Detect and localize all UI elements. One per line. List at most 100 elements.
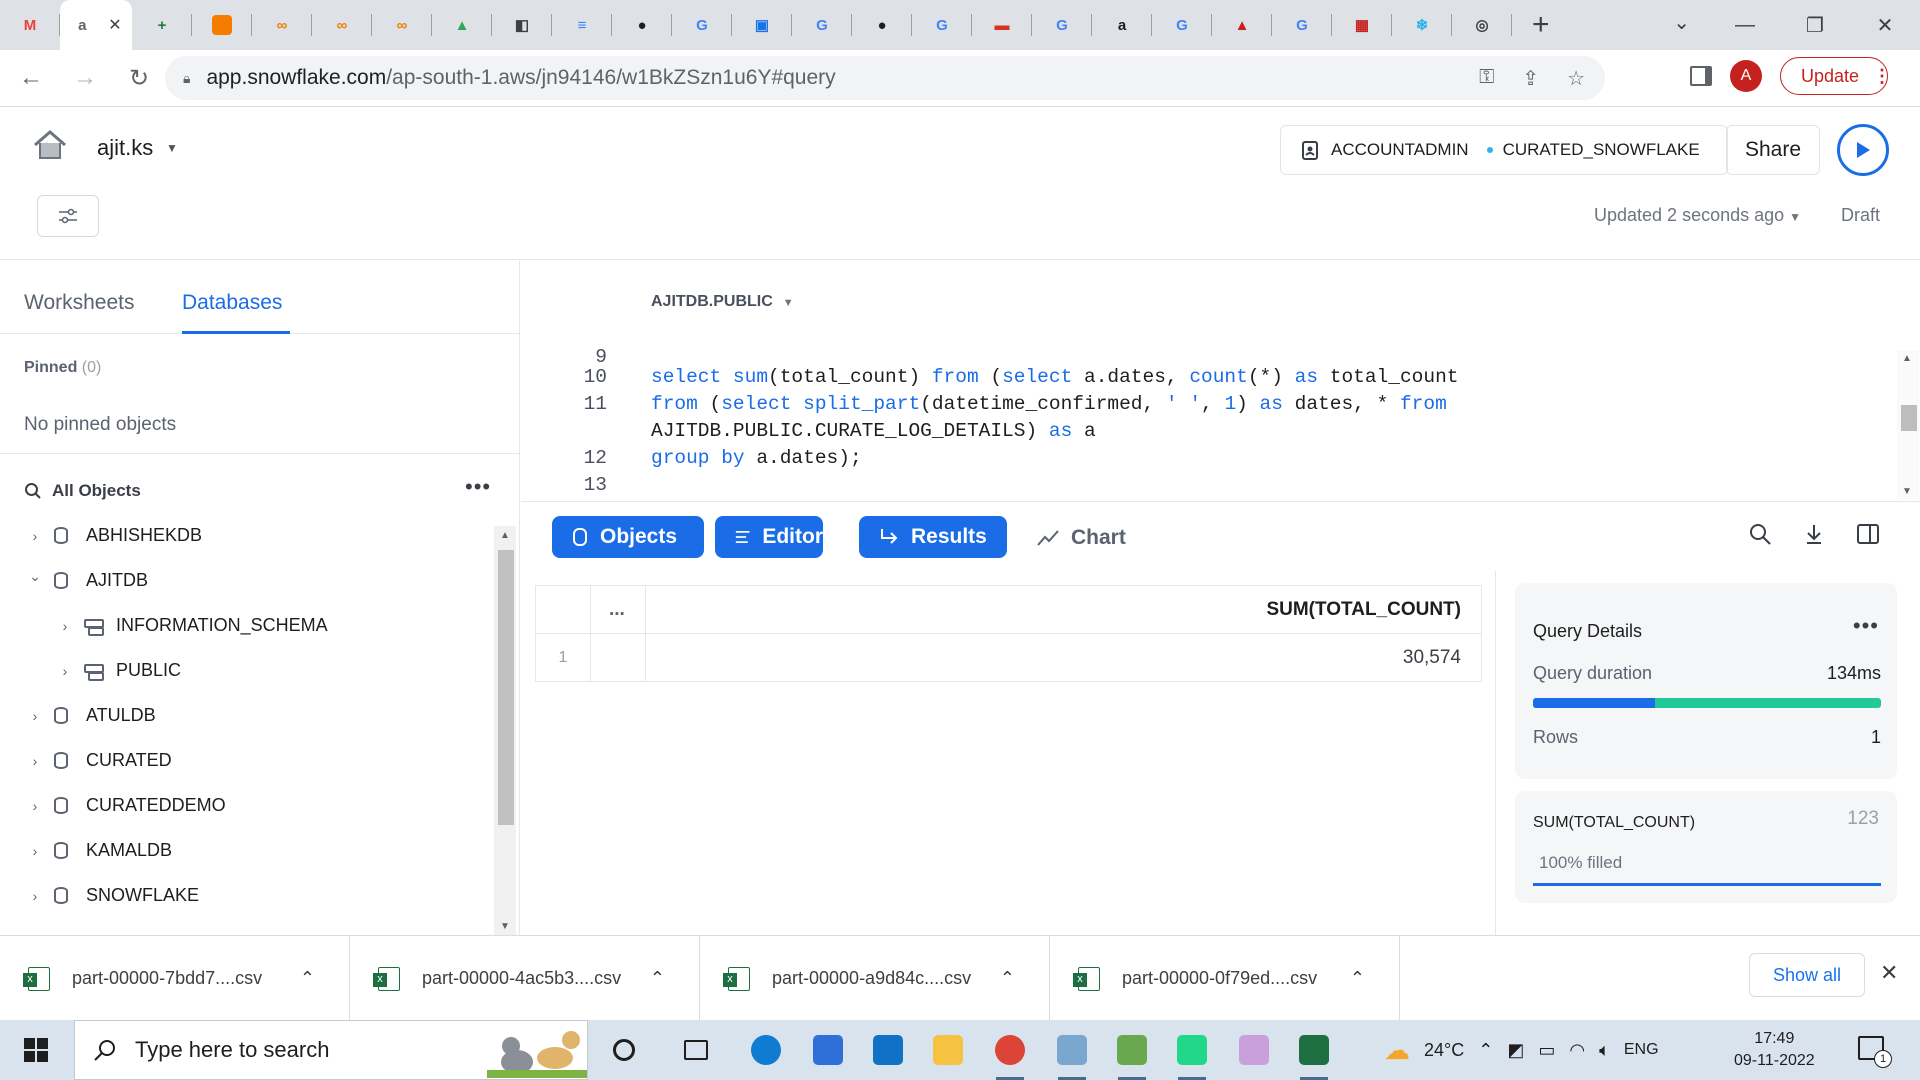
browser-tab[interactable]: ∞ — [312, 0, 372, 50]
app-blue-icon[interactable] — [1052, 1030, 1092, 1080]
clock[interactable]: 17:49 09-11-2022 — [1734, 1028, 1815, 1072]
browser-tab[interactable]: + — [132, 0, 192, 50]
user-menu[interactable]: ajit.ks — [97, 135, 153, 161]
column-menu-icon[interactable]: ... — [590, 585, 646, 634]
file-explorer-icon[interactable] — [928, 1030, 968, 1070]
weather-icon[interactable]: ☁ — [1384, 1035, 1410, 1066]
browser-tab[interactable]: ≡ — [552, 0, 612, 50]
download-item[interactable]: part-00000-7bdd7....csv ⌃ — [0, 936, 350, 1021]
chevron-right-icon[interactable]: › — [58, 618, 72, 634]
tree-item[interactable]: › CURATEDDEMO — [0, 783, 490, 828]
scroll-thumb[interactable] — [498, 550, 514, 825]
tree-scrollbar[interactable]: ▲ ▼ — [494, 526, 516, 936]
download-item[interactable]: part-00000-a9d84c....csv ⌃ — [700, 936, 1050, 1021]
browser-tab[interactable]: ▣ — [732, 0, 792, 50]
browser-tab[interactable]: a ✕ — [60, 0, 132, 50]
scroll-down-icon[interactable]: ▼ — [500, 921, 510, 932]
tab-worksheets[interactable]: Worksheets — [24, 291, 135, 315]
cell-value[interactable]: 30,574 — [644, 633, 1483, 682]
restore-icon[interactable]: ❐ — [1780, 0, 1850, 50]
search-icon[interactable] — [1748, 522, 1772, 546]
chevron-up-icon[interactable]: ⌃ — [650, 968, 665, 989]
chrome-icon[interactable] — [990, 1030, 1030, 1080]
taskbar-search-input[interactable]: Type here to search — [74, 1020, 588, 1080]
browser-tab[interactable]: ∞ — [372, 0, 432, 50]
browser-tab[interactable]: ∞ — [252, 0, 312, 50]
editor-scrollbar[interactable]: ▲ ▼ — [1897, 351, 1919, 499]
browser-tab[interactable]: M — [0, 0, 60, 50]
code-line[interactable]: AJITDB.PUBLIC.CURATE_LOG_DETAILS) as a — [551, 418, 1459, 445]
tree-item[interactable]: › PUBLIC — [0, 648, 490, 693]
battery-icon[interactable]: ▭ — [1538, 1040, 1555, 1061]
forward-icon[interactable]: → — [62, 55, 108, 101]
tree-item[interactable]: › ABHISHEKDB — [0, 513, 490, 558]
scroll-up-icon[interactable]: ▲ — [500, 530, 510, 541]
volume-icon[interactable]: 🔈︎ — [1599, 1040, 1610, 1061]
mail-icon[interactable] — [868, 1030, 908, 1070]
tree-item[interactable]: › SNOWFLAKE — [0, 873, 490, 918]
more-options-icon[interactable]: ••• — [1853, 613, 1879, 639]
updated-status[interactable]: Updated 2 seconds ago ▼ — [1594, 205, 1801, 226]
run-button[interactable] — [1837, 124, 1889, 176]
chevron-down-icon[interactable]: ⌄ — [28, 568, 42, 585]
chevron-right-icon[interactable]: › — [28, 843, 42, 859]
tray-overflow-icon[interactable]: ⌃ — [1478, 1040, 1493, 1061]
column-header[interactable]: SUM(TOTAL_COUNT) — [644, 585, 1483, 634]
chevron-right-icon[interactable]: › — [28, 798, 42, 814]
browser-tab[interactable]: ◎ — [1452, 0, 1512, 50]
share-button[interactable]: Share — [1726, 125, 1820, 175]
caret-down-icon[interactable]: ▼ — [166, 141, 178, 155]
chrome-menu-icon[interactable]: ⋮ — [1873, 66, 1891, 87]
browser-tab[interactable]: ◧ — [492, 0, 552, 50]
scroll-up-icon[interactable]: ▲ — [1902, 353, 1912, 364]
browser-tab[interactable]: ● — [612, 0, 672, 50]
chevron-right-icon[interactable]: › — [28, 888, 42, 904]
new-tab-icon[interactable]: + — [1532, 8, 1550, 42]
chevron-up-icon[interactable]: ⌃ — [1350, 968, 1365, 989]
tree-item[interactable]: › KAMALDB — [0, 828, 490, 873]
code-line[interactable]: 11 from (select split_part(datetime_confi… — [551, 391, 1459, 418]
edge-icon[interactable] — [746, 1030, 786, 1070]
address-bar[interactable]: 🔒︎ app.snowflake.com/ap-south-1.aws/jn94… — [165, 56, 1605, 100]
tree-item[interactable]: › CURATED — [0, 738, 490, 783]
side-panel-icon[interactable] — [1690, 66, 1712, 86]
windows-start-icon[interactable] — [24, 1038, 48, 1062]
objects-toggle-button[interactable]: Objects — [552, 516, 704, 558]
browser-tab[interactable]: G — [1152, 0, 1212, 50]
tab-databases[interactable]: Databases — [182, 291, 282, 315]
home-icon[interactable] — [32, 129, 68, 161]
browser-tab[interactable]: ▬ — [972, 0, 1032, 50]
chevron-right-icon[interactable]: › — [58, 663, 72, 679]
role-warehouse-selector[interactable]: ACCOUNTADMIN CURATED_SNOWFLAKE — [1280, 125, 1728, 175]
pycharm-icon[interactable] — [1172, 1030, 1212, 1080]
sql-editor[interactable]: AJITDB.PUBLIC ▼ 9 10 select sum(total_count… — [521, 261, 1920, 501]
wifi-icon[interactable]: ◠ — [1569, 1040, 1585, 1061]
scroll-thumb[interactable] — [1901, 405, 1917, 431]
browser-tab[interactable]: G — [1272, 0, 1332, 50]
browser-tab[interactable] — [192, 0, 252, 50]
chart-tab[interactable]: Chart — [1037, 526, 1126, 550]
all-objects-filter[interactable]: All Objects — [24, 481, 141, 501]
browser-tab[interactable]: ❄ — [1392, 0, 1452, 50]
chevron-up-icon[interactable]: ⌃ — [1000, 968, 1015, 989]
column-stats-card[interactable]: SUM(TOTAL_COUNT) 123 100% filled — [1515, 791, 1897, 903]
tab-search-icon[interactable]: ⌄ — [1673, 10, 1690, 35]
share-page-icon[interactable]: ⇪ — [1522, 66, 1539, 91]
app-green-icon[interactable] — [1112, 1030, 1152, 1080]
browser-tab[interactable]: ▲ — [1212, 0, 1272, 50]
key-icon[interactable]: ⚿ — [1479, 66, 1494, 91]
store-icon[interactable] — [808, 1030, 848, 1070]
filter-settings-button[interactable] — [37, 195, 99, 237]
tree-item[interactable]: › INFORMATION_SCHEMA — [0, 603, 490, 648]
chevron-right-icon[interactable]: › — [28, 528, 42, 544]
reload-icon[interactable]: ↻ — [116, 55, 162, 101]
profile-avatar[interactable]: A — [1730, 60, 1762, 92]
update-button[interactable]: Update ⋮ — [1780, 57, 1891, 95]
browser-tab[interactable]: G — [792, 0, 852, 50]
security-icon[interactable]: ◩ — [1507, 1040, 1524, 1061]
task-view-icon[interactable] — [676, 1030, 716, 1070]
code-area[interactable]: 9 10 select sum(total_count) from (select … — [551, 344, 1459, 496]
scroll-down-icon[interactable]: ▼ — [1902, 486, 1912, 497]
browser-tab[interactable]: G — [1032, 0, 1092, 50]
chevron-right-icon[interactable]: › — [28, 753, 42, 769]
